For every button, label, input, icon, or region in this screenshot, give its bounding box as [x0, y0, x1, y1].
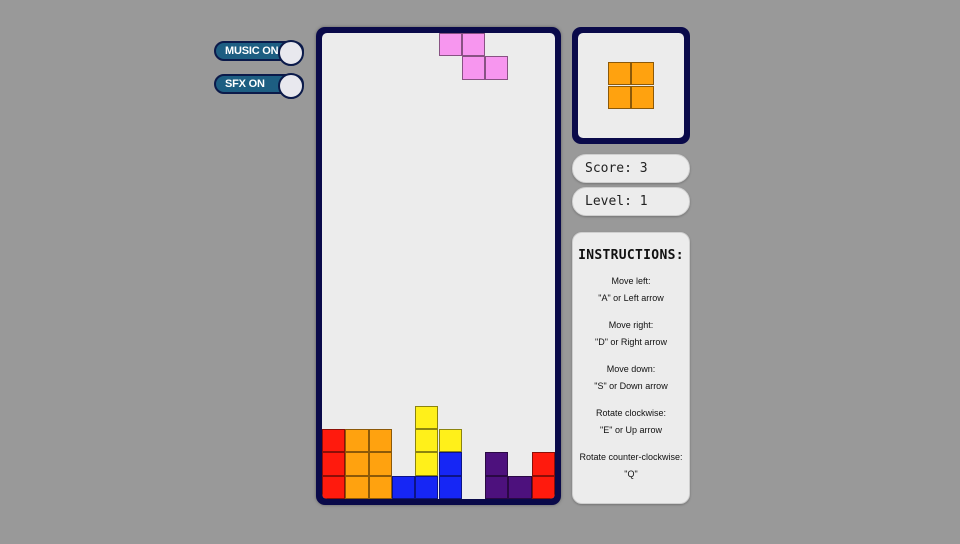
instructions-title: INSTRUCTIONS: — [578, 248, 684, 263]
score-display: Score: 3 — [572, 154, 690, 183]
falling-piece-block — [485, 56, 509, 80]
locked-block — [415, 405, 439, 430]
game-board — [322, 33, 555, 499]
music-toggle-label: MUSIC ON — [225, 45, 279, 57]
locked-block — [322, 429, 346, 453]
locked-block — [345, 452, 369, 476]
instruction-rotate-clockwise: Rotate clockwise: "E" or Up arrow — [573, 405, 689, 439]
instruction-keys: "S" or Down arrow — [594, 381, 668, 391]
score-value: 3 — [639, 161, 648, 176]
level-value: 1 — [639, 194, 648, 209]
locked-block — [508, 475, 532, 499]
next-piece-block — [607, 62, 631, 86]
locked-block — [368, 475, 392, 499]
instruction-keys: "D" or Right arrow — [595, 337, 667, 347]
instructions-panel: INSTRUCTIONS: Move left: "A" or Left arr… — [572, 232, 690, 504]
locked-block — [322, 452, 346, 476]
falling-piece-block — [461, 33, 486, 57]
instruction-move-right: Move right: "D" or Right arrow — [573, 317, 689, 351]
locked-block — [438, 452, 462, 476]
instruction-move-left: Move left: "A" or Left arrow — [573, 273, 689, 307]
locked-block — [368, 429, 392, 453]
locked-block — [485, 452, 509, 476]
instruction-action: Move left: — [611, 276, 651, 286]
sfx-toggle-knob[interactable] — [278, 73, 304, 99]
instruction-action: Move right: — [608, 320, 654, 330]
music-toggle[interactable]: MUSIC ON — [214, 40, 304, 66]
locked-block — [368, 452, 392, 476]
locked-block — [531, 475, 555, 499]
instruction-action: Rotate clockwise: — [595, 408, 667, 418]
instruction-keys: "A" or Left arrow — [598, 293, 664, 303]
locked-block — [322, 475, 346, 499]
instruction-keys: "E" or Up arrow — [600, 425, 662, 435]
locked-block — [391, 475, 416, 499]
instruction-move-down: Move down: "S" or Down arrow — [573, 361, 689, 395]
next-piece-preview — [578, 33, 684, 138]
score-label: Score: — [585, 161, 632, 176]
locked-block — [345, 429, 369, 453]
locked-block — [415, 429, 439, 453]
next-piece-frame — [572, 27, 690, 144]
next-piece-block — [607, 85, 631, 109]
instruction-action: Rotate counter-clockwise: — [579, 452, 683, 462]
level-label: Level: — [585, 194, 632, 209]
instruction-rotate-counter-clockwise: Rotate counter-clockwise: "Q" — [573, 449, 689, 483]
next-piece-block — [631, 85, 655, 109]
locked-block — [415, 475, 439, 499]
next-piece-block — [631, 62, 655, 86]
instruction-keys: "Q" — [624, 469, 638, 479]
level-display: Level: 1 — [572, 187, 690, 216]
locked-block — [415, 452, 439, 476]
locked-block — [531, 452, 555, 476]
game-board-frame — [316, 27, 561, 505]
locked-block — [485, 475, 509, 499]
instruction-action: Move down: — [606, 364, 656, 374]
sfx-toggle-label: SFX ON — [225, 78, 265, 90]
locked-block — [438, 429, 462, 453]
falling-piece-block — [438, 33, 462, 57]
locked-block — [438, 475, 462, 499]
music-toggle-knob[interactable] — [278, 40, 304, 66]
sfx-toggle[interactable]: SFX ON — [214, 73, 304, 99]
locked-block — [345, 475, 369, 499]
falling-piece-block — [461, 56, 486, 80]
